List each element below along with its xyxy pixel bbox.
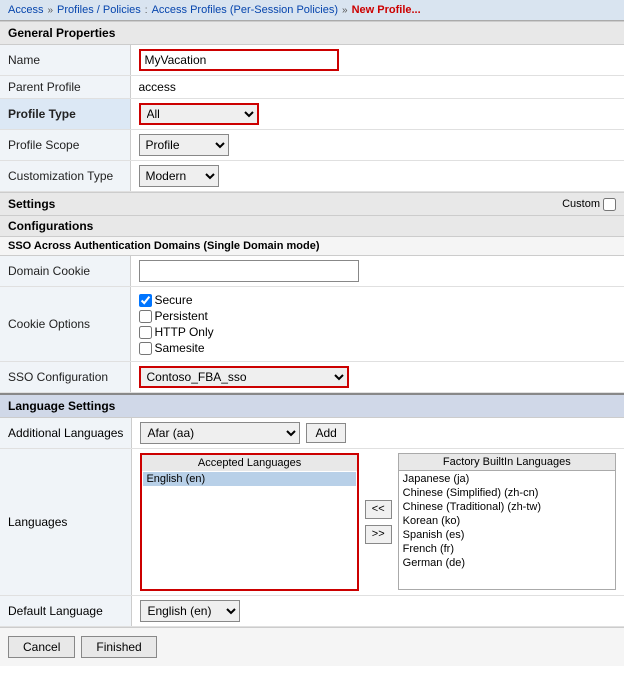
factory-lang-item-3[interactable]: Chinese (Traditional) (zh-tw)	[400, 500, 614, 514]
cookie-options-label: Cookie Options	[0, 287, 130, 362]
domain-cookie-input[interactable]	[139, 260, 359, 282]
cancel-button[interactable]: Cancel	[8, 636, 75, 658]
accepted-languages-listbox[interactable]: English (en)	[140, 471, 358, 591]
breadcrumb-access-profiles[interactable]: Access Profiles (Per-Session Policies)	[152, 4, 338, 16]
sso-config-select[interactable]: Contoso_FBA_sso None	[139, 366, 349, 388]
languages-value-cell: Accepted Languages English (en) << >> Fa…	[132, 449, 624, 596]
default-language-label: Default Language	[0, 596, 132, 627]
languages-row: Languages Accepted Languages English (en…	[0, 449, 624, 596]
cookie-options-row: Cookie Options Secure Persistent HTTP On…	[0, 287, 624, 362]
cookie-persistent-label[interactable]: Persistent	[139, 309, 617, 323]
settings-header: Settings	[8, 197, 562, 211]
profile-scope-label: Profile Scope	[0, 130, 130, 161]
settings-row: Settings Custom	[0, 192, 624, 216]
custom-label: Custom	[562, 198, 600, 210]
breadcrumb-current: New Profile...	[352, 4, 421, 16]
factory-lang-item-7[interactable]: German (de)	[400, 556, 614, 570]
profile-scope-row: Profile Scope Profile Named	[0, 130, 624, 161]
parent-profile-label: Parent Profile	[0, 76, 130, 99]
sso-config-value-cell: Contoso_FBA_sso None	[130, 362, 624, 393]
customization-type-row: Customization Type Modern Standard	[0, 161, 624, 192]
domain-cookie-row: Domain Cookie	[0, 256, 624, 287]
language-settings-table: Additional Languages Afar (aa) Abkhazian…	[0, 418, 624, 627]
cookie-secure-label[interactable]: Secure	[139, 293, 617, 307]
default-language-select[interactable]: English (en) Japanese (ja) Spanish (es)	[140, 600, 240, 622]
profile-type-select[interactable]: All LTM SSL-VPN	[139, 103, 259, 125]
move-left-button[interactable]: <<	[365, 500, 392, 519]
move-right-button[interactable]: >>	[365, 525, 392, 544]
additional-languages-value-cell: Afar (aa) Abkhazian (ab) Afrikaans (af) …	[132, 418, 624, 449]
add-lang-row: Afar (aa) Abkhazian (ab) Afrikaans (af) …	[140, 422, 616, 444]
parent-profile-value: access	[130, 76, 624, 99]
profile-scope-select[interactable]: Profile Named	[139, 134, 229, 156]
customization-type-value-cell: Modern Standard	[130, 161, 624, 192]
profile-type-value-cell: All LTM SSL-VPN	[130, 99, 624, 130]
breadcrumb-sep2: :	[145, 5, 148, 16]
arrow-column: << >>	[359, 453, 398, 591]
accepted-languages-box: Accepted Languages English (en)	[140, 453, 358, 591]
name-value-cell	[130, 45, 624, 76]
languages-container: Accepted Languages English (en) << >> Fa…	[140, 453, 616, 591]
cookie-samesite-label[interactable]: Samesite	[139, 341, 617, 355]
sso-config-label: SSO Configuration	[0, 362, 130, 393]
breadcrumb-sep3: »	[342, 5, 348, 16]
additional-languages-label: Additional Languages	[0, 418, 132, 449]
cookie-samesite-checkbox[interactable]	[139, 342, 152, 355]
factory-lang-item-6[interactable]: French (fr)	[400, 542, 614, 556]
domain-cookie-value-cell	[130, 256, 624, 287]
profile-type-label: Profile Type	[0, 99, 130, 130]
sso-config-row: SSO Configuration Contoso_FBA_sso None	[0, 362, 624, 393]
accepted-lang-item-1[interactable]: English (en)	[143, 472, 355, 486]
language-settings-header: Language Settings	[0, 393, 624, 418]
factory-lang-item-1[interactable]: Japanese (ja)	[400, 472, 614, 486]
cookie-persistent-checkbox[interactable]	[139, 310, 152, 323]
add-language-button[interactable]: Add	[306, 423, 345, 443]
breadcrumb-profiles[interactable]: Profiles / Policies	[57, 4, 141, 16]
accepted-languages-title: Accepted Languages	[140, 453, 358, 471]
custom-checkbox-container: Custom	[562, 198, 616, 211]
sso-header: SSO Across Authentication Domains (Singl…	[0, 237, 624, 256]
profile-type-row: Profile Type All LTM SSL-VPN	[0, 99, 624, 130]
finished-button[interactable]: Finished	[81, 636, 156, 658]
configurations-header: Configurations	[0, 216, 624, 237]
cookie-httponly-checkbox[interactable]	[139, 326, 152, 339]
factory-lang-item-5[interactable]: Spanish (es)	[400, 528, 614, 542]
factory-languages-listbox[interactable]: Japanese (ja) Chinese (Simplified) (zh-c…	[398, 470, 616, 590]
name-input[interactable]	[139, 49, 339, 71]
general-properties-header: General Properties	[0, 21, 624, 45]
breadcrumb-access[interactable]: Access	[8, 4, 43, 16]
name-row: Name	[0, 45, 624, 76]
main-content: General Properties Name Parent Profile a…	[0, 21, 624, 666]
breadcrumb-sep1: »	[47, 5, 53, 16]
factory-languages-box: Factory BuiltIn Languages Japanese (ja) …	[398, 453, 616, 591]
breadcrumb: Access » Profiles / Policies : Access Pr…	[0, 0, 624, 21]
customization-type-label: Customization Type	[0, 161, 130, 192]
custom-checkbox[interactable]	[603, 198, 616, 211]
parent-profile-row: Parent Profile access	[0, 76, 624, 99]
cookie-httponly-label[interactable]: HTTP Only	[139, 325, 617, 339]
afar-select[interactable]: Afar (aa) Abkhazian (ab) Afrikaans (af)	[140, 422, 300, 444]
cookie-options-value-cell: Secure Persistent HTTP Only Samesite	[130, 287, 624, 362]
factory-lang-item-2[interactable]: Chinese (Simplified) (zh-cn)	[400, 486, 614, 500]
factory-languages-title: Factory BuiltIn Languages	[398, 453, 616, 470]
factory-lang-item-4[interactable]: Korean (ko)	[400, 514, 614, 528]
sso-table: Domain Cookie Cookie Options Secure Pers…	[0, 256, 624, 393]
customization-type-select[interactable]: Modern Standard	[139, 165, 219, 187]
profile-scope-value-cell: Profile Named	[130, 130, 624, 161]
default-language-value-cell: English (en) Japanese (ja) Spanish (es)	[132, 596, 624, 627]
languages-label: Languages	[0, 449, 132, 596]
name-label: Name	[0, 45, 130, 76]
default-language-row: Default Language English (en) Japanese (…	[0, 596, 624, 627]
footer-buttons: Cancel Finished	[0, 627, 624, 666]
general-properties-table: Name Parent Profile access Profile Type …	[0, 45, 624, 192]
cookie-secure-checkbox[interactable]	[139, 294, 152, 307]
cookie-options-list: Secure Persistent HTTP Only Samesite	[139, 291, 617, 357]
additional-languages-row: Additional Languages Afar (aa) Abkhazian…	[0, 418, 624, 449]
domain-cookie-label: Domain Cookie	[0, 256, 130, 287]
